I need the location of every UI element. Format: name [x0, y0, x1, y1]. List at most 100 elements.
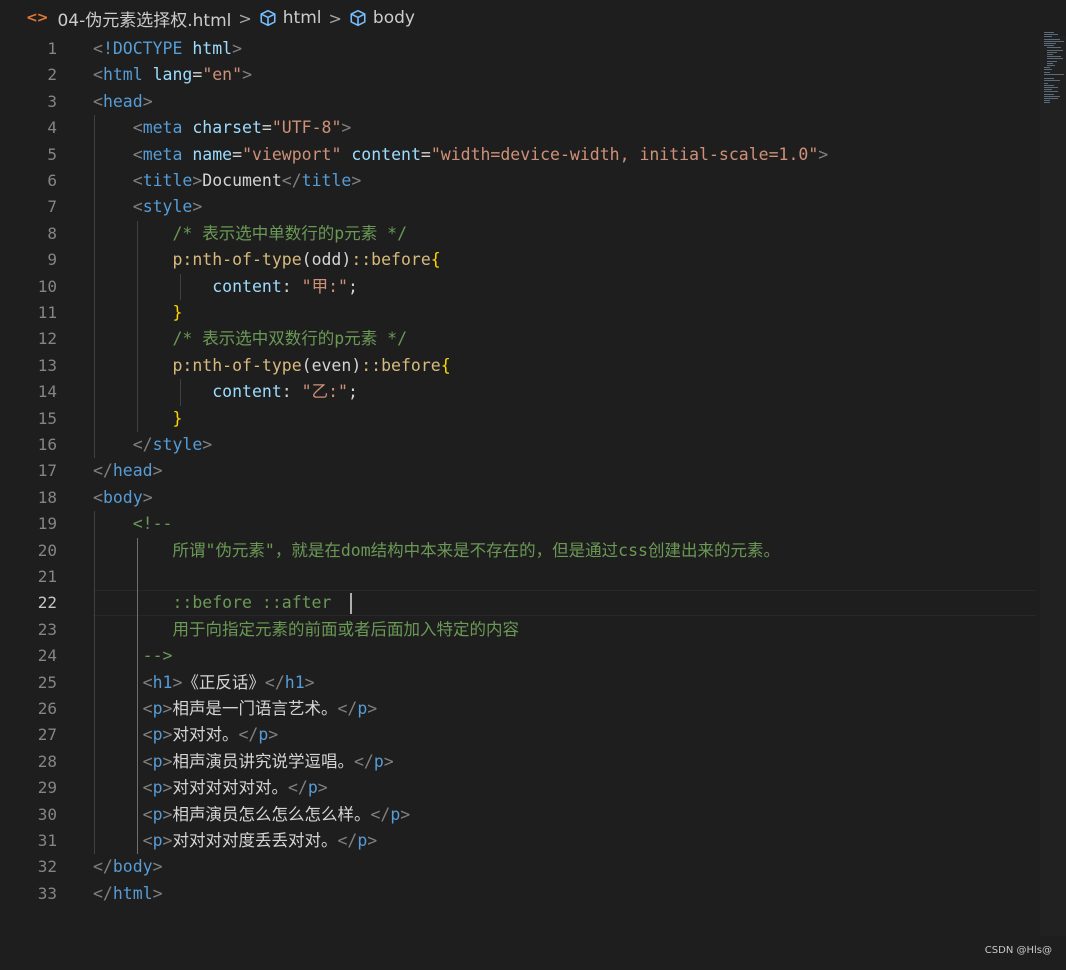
minimap-line [1044, 36, 1052, 38]
code-token: 相声演员讲究说学逗唱。 [172, 751, 354, 771]
line-number: 32 [37, 857, 57, 877]
code-line[interactable]: 3 <head> [0, 89, 1040, 115]
code-text: /* 表示选中单数行的p元素 */ [93, 221, 407, 247]
code-token: > [152, 461, 163, 481]
code-line[interactable]: 8 /* 表示选中单数行的p元素 */ [0, 221, 1040, 247]
code-line[interactable]: 16 </style> [0, 432, 1040, 458]
minimap-line [1044, 73, 1064, 75]
code-line[interactable]: 20 所谓"伪元素"，就是在dom结构中本来是不存在的，但是通过css创建出来的… [0, 538, 1040, 564]
breadcrumb-file[interactable]: 04-伪元素选择权.html [57, 6, 231, 31]
code-token: > [172, 672, 183, 692]
code-token: /* 表示选中单数行的p元素 */ [172, 223, 408, 243]
code-line[interactable]: 28 <p>相声演员讲究说学逗唱。</p> [0, 749, 1040, 775]
code-token: </ [353, 751, 374, 771]
code-token: 用于向指定元素的前面或者后面加入特定的内容 [172, 619, 519, 639]
breadcrumb-body-label: body [372, 8, 415, 28]
code-line[interactable]: 31 <p>对对对对度丢丢对对。</p> [0, 828, 1040, 854]
code-token: p [152, 831, 163, 850]
line-number: 15 [37, 408, 57, 428]
code-line[interactable]: 13 p:nth-of-type(even)::before{ [0, 353, 1040, 379]
code-line[interactable]: 27 <p>对对对。</p> [0, 722, 1040, 748]
code-line[interactable]: 29 <p>对对对对对对。</p> [0, 775, 1040, 801]
code-line[interactable]: 2 <html lang="en"> [0, 62, 1040, 88]
code-token: ; [347, 382, 358, 402]
indent-guide [94, 511, 95, 855]
code-token: </ [281, 171, 302, 190]
code-line[interactable]: 26 <p>相声是一门语言艺术。</p> [0, 696, 1040, 722]
code-line[interactable]: 12 /* 表示选中双数行的p元素 */ [0, 326, 1040, 352]
code-token: < [142, 699, 153, 718]
code-line[interactable]: 30 <p>相声演员怎么怎么怎么样。</p> [0, 802, 1040, 828]
minimap-line [1044, 32, 1054, 33]
minimap-line [1044, 71, 1050, 73]
code-token: : [281, 276, 302, 296]
line-number: 7 [47, 197, 57, 217]
breadcrumb-html[interactable]: html [259, 8, 322, 28]
code-text: <head> [93, 89, 153, 115]
code-line[interactable]: 11 } [0, 300, 1040, 326]
code-editor[interactable]: 1 <!DOCTYPE html> 2 <html lang="en"> 3 <head>… [0, 36, 1040, 936]
code-line[interactable]: 33 </html> [0, 881, 1040, 907]
code-token: < [142, 672, 153, 692]
code-line[interactable]: 14 content: "乙:"; [0, 379, 1040, 405]
code-line[interactable]: 21 [0, 564, 1040, 590]
vertical-scrollbar[interactable] [1040, 36, 1066, 936]
line-number: 24 [37, 646, 57, 666]
minimap-line [1044, 98, 1058, 99]
code-line[interactable]: 24 --> [0, 643, 1040, 669]
code-token: p [357, 699, 368, 718]
code-line[interactable]: 15 } [0, 406, 1040, 432]
code-token: { [440, 355, 451, 375]
cube-icon [260, 9, 276, 27]
code-line[interactable]: 10 content: "甲:"; [0, 274, 1040, 300]
code-token: charset [192, 118, 262, 138]
code-token: 相声演员怎么怎么怎么样。 [172, 804, 371, 824]
code-token: > [818, 144, 829, 164]
code-line[interactable]: 9 p:nth-of-type(odd)::before{ [0, 247, 1040, 273]
code-text: p:nth-of-type(even)::before{ [93, 353, 451, 379]
code-token: > [242, 65, 252, 85]
code-token: > [400, 804, 411, 824]
code-line[interactable]: 1 <!DOCTYPE html> [0, 36, 1040, 62]
minimap[interactable] [1040, 30, 1066, 110]
code-token: < [132, 144, 143, 164]
code-token: < [132, 171, 143, 190]
minimap-line [1044, 89, 1052, 91]
code-text: <body> [93, 485, 153, 511]
code-token: p [258, 725, 269, 745]
code-line[interactable]: 25 <h1>《正反话》</h1> [0, 670, 1040, 696]
code-line[interactable]: 32 </body> [0, 854, 1040, 880]
code-text: <!-- [93, 511, 173, 537]
code-token: = [261, 118, 272, 138]
code-token: > [162, 778, 173, 798]
code-line[interactable]: 22 ::before ::after [0, 590, 1040, 616]
code-text: </head> [93, 458, 163, 484]
code-line[interactable]: 17 </head> [0, 458, 1040, 484]
code-token: < [93, 487, 103, 507]
code-line[interactable]: 19 <!-- [0, 511, 1040, 537]
code-line[interactable]: 7 <style> [0, 194, 1040, 220]
breadcrumb-body[interactable]: body [349, 8, 415, 28]
minimap-line [1044, 78, 1054, 80]
code-line[interactable]: 6 <title>Document</title> [0, 168, 1040, 194]
code-text: <meta name="viewport" content="width=dev… [93, 142, 828, 168]
code-text: <html lang="en"> [93, 62, 252, 88]
code-line[interactable]: 5 <meta name="viewport" content="width=d… [0, 142, 1040, 168]
code-line[interactable]: 18 <body> [0, 485, 1040, 511]
code-line[interactable]: 4 <meta charset="UTF-8"> [0, 115, 1040, 141]
code-line[interactable]: 23 用于向指定元素的前面或者后面加入特定的内容 [0, 617, 1040, 643]
code-text: 用于向指定元素的前面或者后面加入特定的内容 [93, 617, 519, 643]
line-number: 23 [37, 619, 57, 639]
code-token: > [162, 725, 173, 745]
indent-guide [136, 537, 138, 855]
code-token: > [367, 699, 378, 718]
